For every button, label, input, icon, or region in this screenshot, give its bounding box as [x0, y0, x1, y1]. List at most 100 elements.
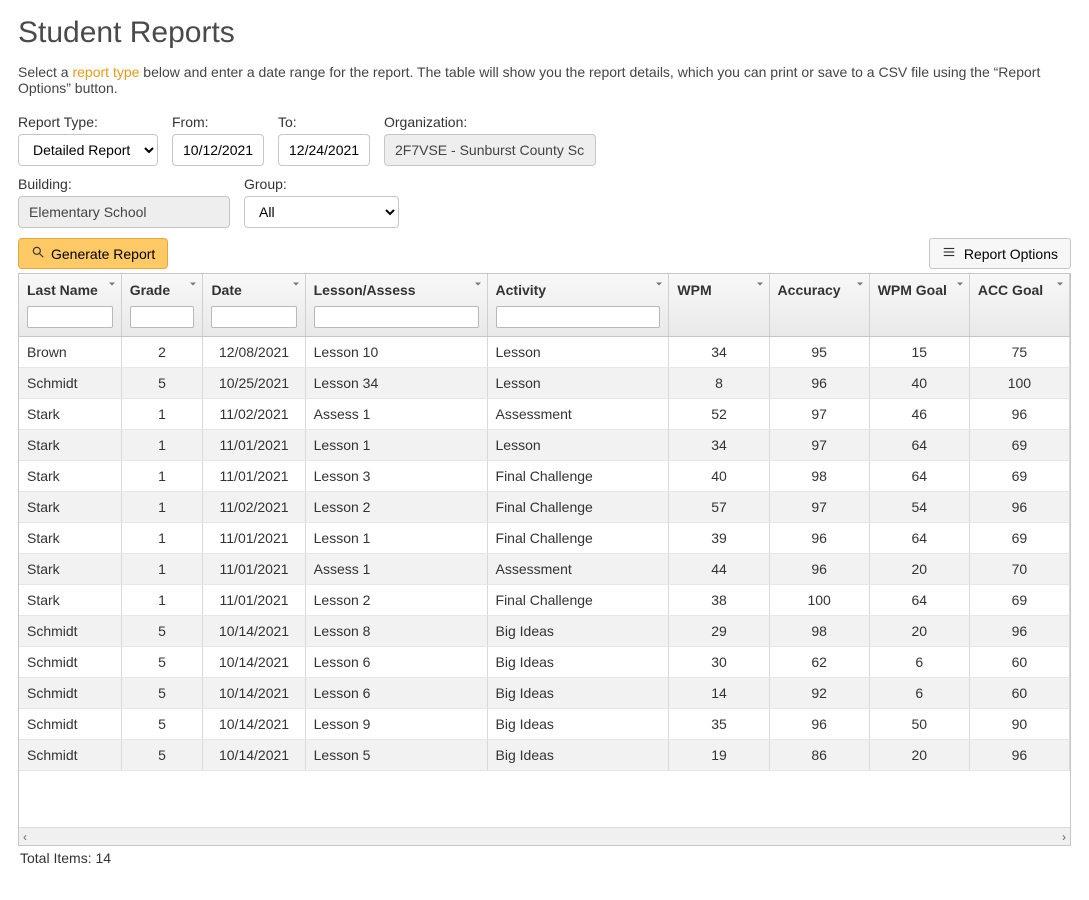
table-row[interactable]: Stark111/02/2021Assess 1Assessment529746…	[19, 399, 1070, 430]
cell-agoal: 69	[969, 523, 1069, 554]
column-filter-date[interactable]	[211, 306, 296, 328]
column-header-agoal[interactable]: ACC Goal	[969, 274, 1069, 337]
cell-wgoal: 15	[869, 337, 969, 368]
cell-activity: Big Ideas	[487, 740, 669, 771]
intro-post: below and enter a date range for the rep…	[18, 64, 1040, 96]
cell-activity: Assessment	[487, 399, 669, 430]
cell-acc: 96	[769, 368, 869, 399]
column-filter-last[interactable]	[27, 306, 113, 328]
cell-lesson: Lesson 8	[305, 616, 487, 647]
column-menu-icon[interactable]	[290, 277, 302, 289]
cell-lesson: Lesson 6	[305, 647, 487, 678]
cell-wpm: 57	[669, 492, 769, 523]
table-row[interactable]: Stark111/01/2021Lesson 1Lesson34976469	[19, 430, 1070, 461]
table-row[interactable]: Schmidt510/14/2021Lesson 5Big Ideas19862…	[19, 740, 1070, 771]
table-row[interactable]: Stark111/02/2021Lesson 2Final Challenge5…	[19, 492, 1070, 523]
column-menu-icon[interactable]	[472, 277, 484, 289]
table-row[interactable]: Stark111/01/2021Lesson 3Final Challenge4…	[19, 461, 1070, 492]
building-field[interactable]	[18, 196, 230, 228]
cell-agoal: 100	[969, 368, 1069, 399]
cell-wgoal: 64	[869, 430, 969, 461]
table-row[interactable]: Brown212/08/2021Lesson 10Lesson34951575	[19, 337, 1070, 368]
column-header-activity[interactable]: Activity	[487, 274, 669, 337]
column-menu-icon[interactable]	[754, 277, 766, 289]
generate-report-button[interactable]: Generate Report	[18, 238, 168, 269]
column-header-lesson[interactable]: Lesson/Assess	[305, 274, 487, 337]
cell-acc: 62	[769, 647, 869, 678]
cell-wpm: 52	[669, 399, 769, 430]
column-filter-grade[interactable]	[130, 306, 195, 328]
cell-activity: Assessment	[487, 554, 669, 585]
menu-icon	[942, 245, 956, 262]
organization-field[interactable]	[384, 134, 596, 166]
cell-date: 11/01/2021	[203, 554, 305, 585]
report-grid: Last NameGradeDateLesson/AssessActivityW…	[18, 273, 1071, 846]
cell-date: 11/02/2021	[203, 492, 305, 523]
cell-wpm: 30	[669, 647, 769, 678]
column-filter-lesson[interactable]	[314, 306, 479, 328]
table-row[interactable]: Schmidt510/14/2021Lesson 9Big Ideas35965…	[19, 709, 1070, 740]
cell-date: 11/01/2021	[203, 585, 305, 616]
report-type-select[interactable]: Detailed Report	[18, 134, 158, 166]
cell-lesson: Lesson 1	[305, 523, 487, 554]
cell-activity: Final Challenge	[487, 461, 669, 492]
cell-grade: 5	[121, 616, 203, 647]
column-filter-activity[interactable]	[496, 306, 661, 328]
cell-activity: Big Ideas	[487, 647, 669, 678]
from-date-input[interactable]	[172, 134, 264, 166]
cell-activity: Big Ideas	[487, 678, 669, 709]
column-menu-icon[interactable]	[187, 277, 199, 289]
scroll-right-icon[interactable]: ›	[1062, 830, 1066, 844]
to-date-input[interactable]	[278, 134, 370, 166]
table-row[interactable]: Stark111/01/2021Lesson 2Final Challenge3…	[19, 585, 1070, 616]
cell-grade: 5	[121, 647, 203, 678]
report-options-button[interactable]: Report Options	[929, 238, 1071, 269]
page-title: Student Reports	[18, 16, 1071, 50]
cell-date: 10/14/2021	[203, 678, 305, 709]
table-row[interactable]: Stark111/01/2021Assess 1Assessment449620…	[19, 554, 1070, 585]
cell-wpm: 35	[669, 709, 769, 740]
scroll-left-icon[interactable]: ‹	[23, 830, 27, 844]
cell-grade: 1	[121, 399, 203, 430]
cell-last: Schmidt	[19, 740, 121, 771]
table-row[interactable]: Stark111/01/2021Lesson 1Final Challenge3…	[19, 523, 1070, 554]
column-menu-icon[interactable]	[954, 277, 966, 289]
column-header-wgoal[interactable]: WPM Goal	[869, 274, 969, 337]
cell-wgoal: 6	[869, 678, 969, 709]
cell-last: Schmidt	[19, 616, 121, 647]
column-menu-icon[interactable]	[854, 277, 866, 289]
cell-activity: Final Challenge	[487, 585, 669, 616]
column-header-grade[interactable]: Grade	[121, 274, 203, 337]
table-row[interactable]: Schmidt510/25/2021Lesson 34Lesson8964010…	[19, 368, 1070, 399]
cell-wpm: 39	[669, 523, 769, 554]
cell-last: Brown	[19, 337, 121, 368]
cell-wpm: 34	[669, 430, 769, 461]
table-row[interactable]: Schmidt510/14/2021Lesson 6Big Ideas30626…	[19, 647, 1070, 678]
column-menu-icon[interactable]	[1054, 277, 1066, 289]
cell-agoal: 69	[969, 430, 1069, 461]
column-header-last[interactable]: Last Name	[19, 274, 121, 337]
column-menu-icon[interactable]	[653, 277, 665, 289]
column-header-wpm[interactable]: WPM	[669, 274, 769, 337]
cell-last: Schmidt	[19, 368, 121, 399]
cell-acc: 96	[769, 523, 869, 554]
table-row[interactable]: Schmidt510/14/2021Lesson 8Big Ideas29982…	[19, 616, 1070, 647]
cell-acc: 97	[769, 399, 869, 430]
cell-last: Stark	[19, 461, 121, 492]
column-header-date[interactable]: Date	[203, 274, 305, 337]
grid-scroll-area[interactable]: Brown212/08/2021Lesson 10Lesson34951575S…	[19, 337, 1070, 827]
column-menu-icon[interactable]	[106, 277, 118, 289]
total-items: Total Items: 14	[18, 846, 1071, 870]
report-type-link[interactable]: report type	[72, 64, 139, 80]
cell-lesson: Assess 1	[305, 554, 487, 585]
cell-last: Stark	[19, 554, 121, 585]
cell-acc: 92	[769, 678, 869, 709]
cell-last: Schmidt	[19, 709, 121, 740]
table-row[interactable]: Schmidt510/14/2021Lesson 6Big Ideas14926…	[19, 678, 1070, 709]
cell-wpm: 40	[669, 461, 769, 492]
group-select[interactable]: All	[244, 196, 399, 228]
cell-activity: Final Challenge	[487, 523, 669, 554]
column-header-acc[interactable]: Accuracy	[769, 274, 869, 337]
cell-grade: 1	[121, 554, 203, 585]
horizontal-scrollbar[interactable]: ‹ ›	[19, 827, 1070, 845]
